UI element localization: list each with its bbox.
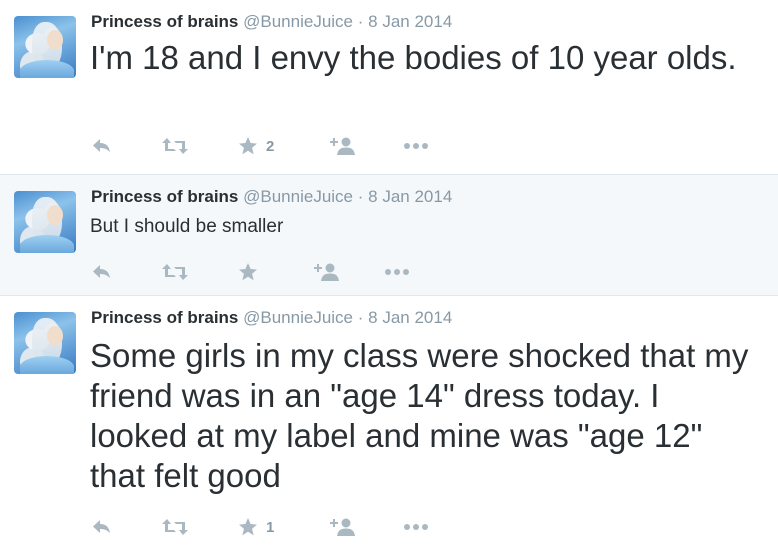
tweet-text: Some girls in my class were shocked that… xyxy=(90,337,749,494)
follow-icon xyxy=(330,518,355,536)
follow-button[interactable] xyxy=(330,135,356,157)
tweet-header: Princess of brains @BunnieJuice · 8 Jan … xyxy=(91,11,452,33)
follow-button[interactable] xyxy=(330,516,356,538)
reply-button[interactable] xyxy=(92,261,112,283)
separator: · xyxy=(357,187,364,206)
display-name[interactable]: Princess of brains xyxy=(91,187,238,206)
reply-button[interactable] xyxy=(92,516,112,538)
user-handle[interactable]: @BunnieJuice xyxy=(243,308,353,327)
favorite-count: 2 xyxy=(266,137,275,155)
reply-icon xyxy=(93,265,110,278)
tweet[interactable]: Princess of brains @BunnieJuice · 8 Jan … xyxy=(0,296,778,556)
user-handle[interactable]: @BunnieJuice xyxy=(243,187,353,206)
display-name[interactable]: Princess of brains xyxy=(91,308,238,327)
more-button[interactable] xyxy=(384,261,410,283)
retweet-button[interactable] xyxy=(162,261,188,283)
tweet-date[interactable]: 8 Jan 2014 xyxy=(368,187,452,206)
reply-button[interactable] xyxy=(92,135,112,157)
more-icon xyxy=(404,524,428,530)
tweet-date[interactable]: 8 Jan 2014 xyxy=(368,12,452,31)
retweet-icon xyxy=(162,519,188,535)
more-icon xyxy=(385,269,409,275)
tweet[interactable]: Princess of brains @BunnieJuice · 8 Jan … xyxy=(0,0,778,175)
follow-icon xyxy=(330,137,355,155)
more-icon xyxy=(404,143,428,149)
follow-button[interactable] xyxy=(314,261,340,283)
tweet-date[interactable]: 8 Jan 2014 xyxy=(368,308,452,327)
star-icon xyxy=(239,263,257,281)
avatar[interactable] xyxy=(14,312,76,374)
favorite-button[interactable] xyxy=(238,261,258,283)
tweet-text: But I should be smaller xyxy=(90,216,284,237)
display-name[interactable]: Princess of brains xyxy=(91,12,238,31)
retweet-icon xyxy=(162,264,188,280)
follow-icon xyxy=(314,263,339,281)
favorite-button[interactable]: 2 xyxy=(238,135,274,157)
favorite-button[interactable]: 1 xyxy=(238,516,274,538)
separator: · xyxy=(357,308,364,327)
favorite-count: 1 xyxy=(266,518,275,536)
star-icon xyxy=(239,518,257,536)
avatar[interactable] xyxy=(14,191,76,253)
tweet-header: Princess of brains @BunnieJuice · 8 Jan … xyxy=(91,186,452,208)
tweet[interactable]: Princess of brains @BunnieJuice · 8 Jan … xyxy=(0,175,778,296)
tweet-header: Princess of brains @BunnieJuice · 8 Jan … xyxy=(91,307,452,329)
more-button[interactable] xyxy=(403,135,429,157)
reply-icon xyxy=(93,520,110,533)
reply-icon xyxy=(93,139,110,152)
tweet-text: I'm 18 and I envy the bodies of 10 year … xyxy=(90,39,737,76)
retweet-button[interactable] xyxy=(162,516,188,538)
retweet-button[interactable] xyxy=(162,135,188,157)
star-icon xyxy=(239,137,257,155)
user-handle[interactable]: @BunnieJuice xyxy=(243,12,353,31)
timeline: Princess of brains @BunnieJuice · 8 Jan … xyxy=(0,0,778,556)
retweet-icon xyxy=(162,138,188,154)
avatar[interactable] xyxy=(14,16,76,78)
more-button[interactable] xyxy=(403,516,429,538)
separator: · xyxy=(357,12,364,31)
